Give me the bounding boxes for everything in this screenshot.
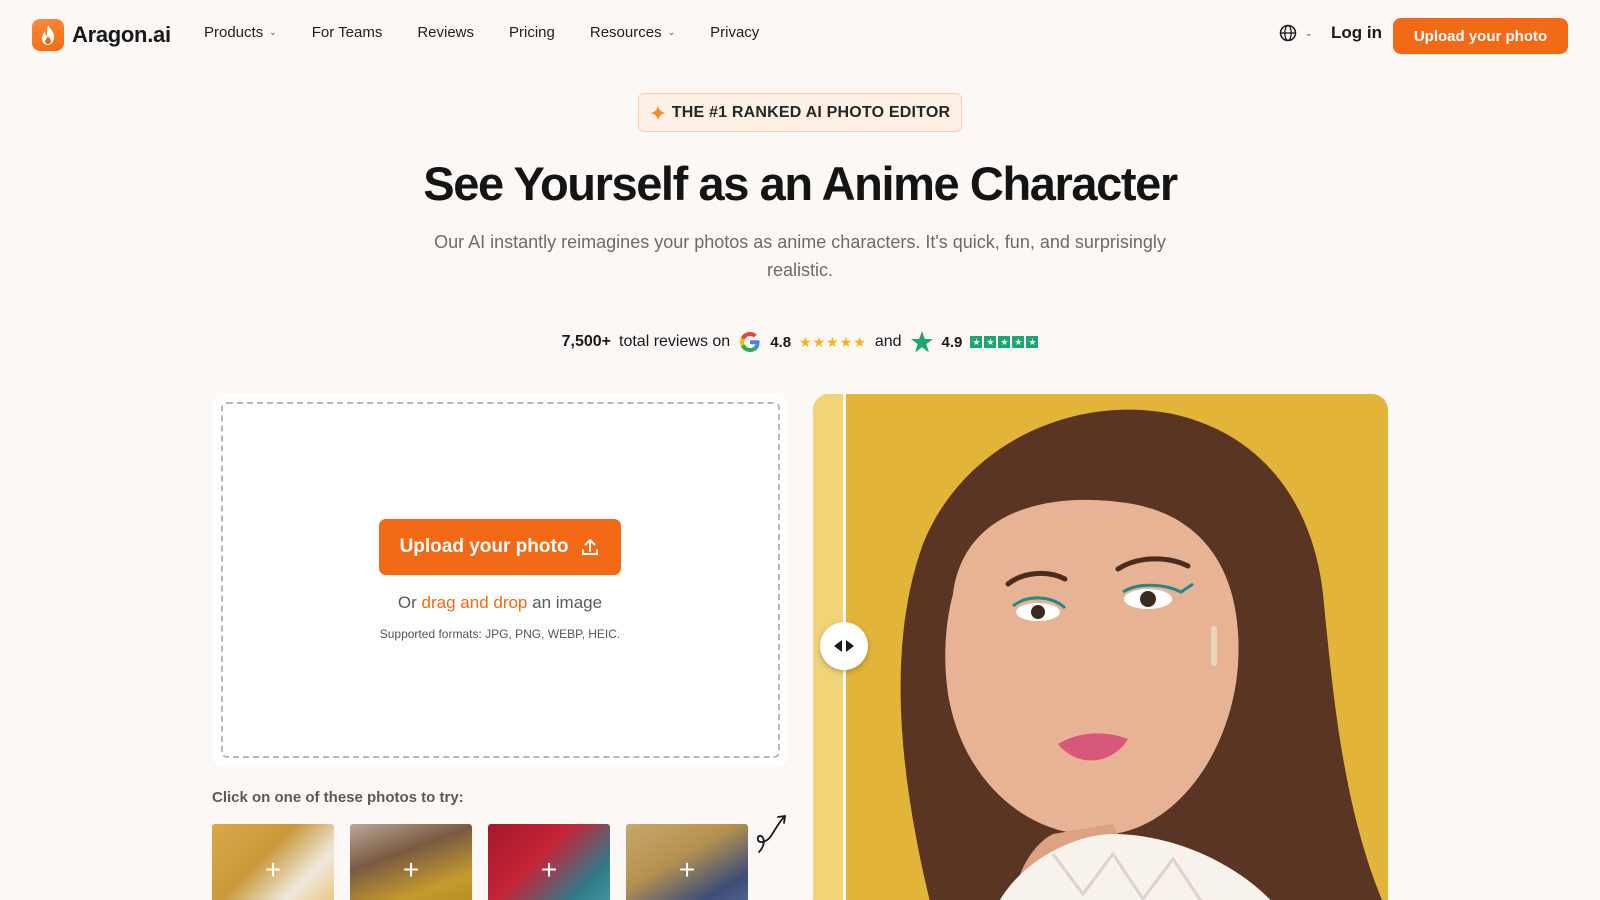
sample-photo-1[interactable]: + (212, 824, 334, 900)
nav-for-teams-label: For Teams (311, 24, 383, 41)
nav-resources[interactable]: Resources ⌄ (590, 24, 675, 41)
upload-icon (582, 539, 599, 555)
upload-photo-button[interactable]: Upload your photo (379, 519, 621, 575)
chevron-down-icon: ⌄ (667, 27, 676, 37)
nav-reviews[interactable]: Reviews (417, 24, 474, 41)
globe-icon (1279, 24, 1297, 42)
flame-icon (32, 19, 64, 51)
trustpilot-stars: ★ ★ ★ ★ ★ (970, 336, 1039, 348)
reviews-bar: 7,500+ total reviews on 4.8 ★★★★★ and 4.… (0, 330, 1600, 354)
portrait-image (900, 409, 1383, 900)
chevron-down-icon: ⌄ (1305, 27, 1313, 38)
nav-for-teams[interactable]: For Teams (312, 24, 383, 41)
reviews-text: total reviews on (619, 333, 731, 350)
trustpilot-star-icon (910, 331, 933, 353)
google-stars: ★★★★★ (799, 333, 867, 350)
page-subtitle: Our AI instantly reimagines your photos … (434, 232, 1166, 280)
plus-icon: + (264, 854, 282, 885)
upload-card (212, 394, 788, 767)
sample-photo-3[interactable]: + (488, 824, 610, 900)
nav-resources-label: Resources (589, 24, 662, 41)
drag-prefix: Or (397, 593, 417, 612)
reviews-and: and (874, 333, 902, 350)
plus-icon: + (540, 854, 558, 885)
ranking-badge: THE #1 RANKED AI PHOTO EDITOR (638, 93, 962, 132)
google-rating: 4.8 (770, 333, 792, 351)
plus-icon: + (678, 854, 696, 885)
login-link[interactable]: Log in (1331, 23, 1382, 43)
nav-products-label: Products (204, 24, 264, 41)
drag-drop-hint: Or drag and drop an image (212, 593, 788, 613)
drag-drop-link[interactable]: drag and drop (422, 593, 528, 612)
sparkle-icon (649, 104, 666, 121)
nav-products[interactable]: Products ⌄ (204, 24, 277, 41)
badge-text: THE #1 RANKED AI PHOTO EDITOR (671, 103, 951, 121)
before-after-preview[interactable] (813, 394, 1388, 900)
main-nav: Products ⌄ For Teams Reviews Pricing Res… (204, 24, 794, 41)
nav-privacy[interactable]: Privacy (710, 24, 759, 41)
language-selector[interactable]: ⌄ (1279, 24, 1313, 42)
brand-logo[interactable]: Aragon.ai (32, 19, 171, 51)
google-icon (740, 332, 760, 352)
site-header: Aragon.ai Products ⌄ For Teams Reviews P… (0, 0, 1600, 70)
supported-formats: Supported formats: JPG, PNG, WEBP, HEIC. (379, 627, 621, 641)
nav-reviews-label: Reviews (417, 24, 475, 41)
drop-zone[interactable] (221, 402, 780, 758)
sample-photo-2[interactable]: + (350, 824, 472, 900)
trustpilot-rating: 4.9 (941, 333, 963, 351)
page-title: See Yourself as an Anime Character (423, 157, 1178, 210)
drag-suffix: an image (532, 593, 603, 612)
arrows-left-right-icon (834, 640, 854, 652)
nav-pricing[interactable]: Pricing (509, 24, 555, 41)
chevron-down-icon: ⌄ (269, 27, 277, 37)
arrow-doodle-icon (756, 815, 786, 853)
nav-pricing-label: Pricing (509, 24, 555, 41)
compare-slider-handle[interactable] (820, 622, 868, 670)
review-count: 7,500+ (561, 333, 612, 350)
sample-photos-label: Click on one of these photos to try: (212, 789, 464, 806)
plus-icon: + (402, 854, 420, 885)
nav-privacy-label: Privacy (710, 24, 760, 41)
brand-name: Aragon.ai (72, 22, 171, 47)
sample-photo-4[interactable]: + (626, 824, 748, 900)
upload-button-label: Upload your photo (399, 536, 569, 557)
header-upload-button[interactable]: Upload your photo (1393, 18, 1568, 54)
